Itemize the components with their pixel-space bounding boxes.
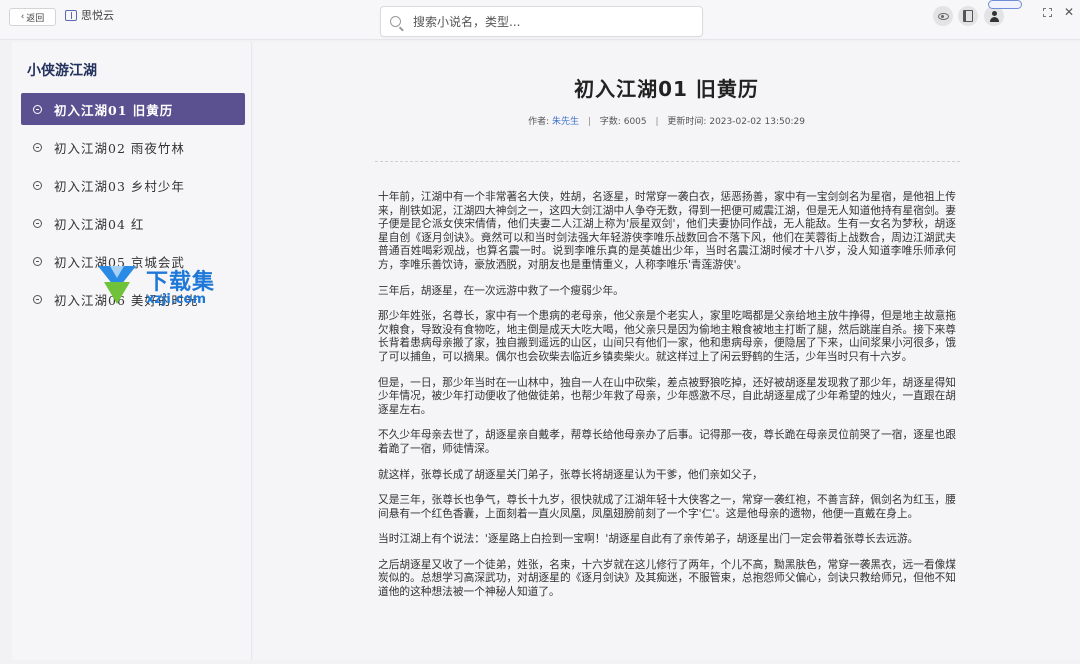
maximize-icon <box>1042 7 1052 17</box>
brand-name: 思悦云 <box>81 9 114 22</box>
search-input[interactable] <box>413 14 683 29</box>
word-count: 6005 <box>623 117 647 127</box>
chapter-item-3[interactable]: 初入江湖03 乡村少年 <box>21 169 245 201</box>
chevron-left-icon: ‹ <box>20 12 25 22</box>
chapter-item-1[interactable]: 初入江湖01 旧黄历 <box>21 93 245 125</box>
bookshelf-icon <box>963 10 973 22</box>
chapter-icon <box>33 256 42 266</box>
paragraph: 十年前，江湖中有一个非常著名大侠，姓胡，名逐星，时常穿一袭白衣，惩恶扬善，家中有… <box>378 190 956 271</box>
chapter-body: 十年前，江湖中有一个非常著名大侠，姓胡，名逐星，时常穿一袭白衣，惩恶扬善，家中有… <box>378 190 956 611</box>
progress-indicator <box>988 0 1022 9</box>
chapter-label: 初入江湖03 乡村少年 <box>54 178 185 194</box>
paragraph: 之后胡逐星又收了一个徒弟，姓张，名束，十六岁就在这儿修行了两年，个儿不高，黝黑肤… <box>378 557 956 599</box>
chapter-item-4[interactable]: 初入江湖04 红 <box>21 207 245 239</box>
chapter-label: 初入江湖04 红 <box>54 216 145 232</box>
chapter-title: 初入江湖01 旧黄历 <box>574 77 759 101</box>
back-button[interactable]: ‹ 返回 <box>9 8 56 26</box>
brand: 思悦云 <box>65 7 114 23</box>
top-bar: ‹ 返回 思悦云 ✕ <box>0 0 1080 40</box>
sidebar: 小侠游江湖 初入江湖01 旧黄历 初入江湖02 雨夜竹林 初入江湖03 乡村少年… <box>12 42 252 660</box>
chapter-icon <box>33 104 42 114</box>
author-link[interactable]: 朱先生 <box>552 117 579 127</box>
view-toggle-button[interactable] <box>933 6 953 26</box>
book-logo-icon <box>65 9 77 21</box>
updated-time: 2023-02-02 13:50:29 <box>709 117 805 127</box>
chapter-icon <box>33 180 42 190</box>
paragraph: 三年后，胡逐星，在一次远游中救了一个瘦弱少年。 <box>378 283 624 297</box>
updated-label: 更新时间: <box>667 117 707 127</box>
title-divider <box>375 161 960 162</box>
paragraph: 那少年姓张，名尊长，家中有一个患病的老母亲，他父亲是个老实人，家里吃喝都是父亲给… <box>378 309 956 363</box>
chapter-label: 初入江湖01 旧黄历 <box>54 102 174 118</box>
eye-icon <box>937 12 949 20</box>
chapter-item-2[interactable]: 初入江湖02 雨夜竹林 <box>21 131 245 163</box>
chapter-label: 初入江湖02 雨夜竹林 <box>54 140 185 156</box>
watermark-sub: xzji.com <box>146 292 206 307</box>
meta-separator: | <box>655 117 659 127</box>
author-label: 作者: <box>528 117 550 127</box>
book-title: 小侠游江湖 <box>27 63 97 79</box>
words-label: 字数: <box>599 117 621 127</box>
close-button[interactable]: ✕ <box>1062 5 1076 19</box>
paragraph: 又是三年，张尊长也争气，尊长十九岁，很快就成了江湖年轻十大侠客之一，常穿一袭红袍… <box>378 493 956 520</box>
user-icon <box>989 10 1000 22</box>
close-icon: ✕ <box>1063 5 1075 19</box>
chapter-icon <box>33 294 42 304</box>
chapter-meta: 作者: 朱先生 | 字数: 6005 | 更新时间: 2023-02-02 13… <box>253 114 1080 127</box>
search-icon <box>390 16 401 27</box>
paragraph: 就这样，张尊长成了胡逐星关门弟子，张尊长将胡逐星认为干爹，他们亲如父子， <box>378 467 763 481</box>
paragraph: 当时江湖上有个说法：'逐星路上白捡到一宝啊！'胡逐星自此有了亲传弟子，胡逐星出门… <box>378 532 919 546</box>
paragraph: 但是，一日，那少年当时在一山林中，独自一人在山中砍柴，差点被野狼吃掉，还好被胡逐… <box>378 375 956 416</box>
chapter-icon <box>33 218 42 228</box>
watermark: 下载集 xzji.com <box>94 262 234 312</box>
back-label: 返回 <box>26 13 45 24</box>
user-button[interactable] <box>984 6 1004 26</box>
paragraph: 不久少年母亲去世了，胡逐星亲自戴孝，帮尊长给他母亲办了后事。记得那一夜，尊长跪在… <box>378 428 956 455</box>
reading-pane: 初入江湖01 旧黄历 作者: 朱先生 | 字数: 6005 | 更新时间: 20… <box>253 42 1080 660</box>
chapter-icon <box>33 142 42 152</box>
meta-separator: | <box>587 117 591 127</box>
bookshelf-button[interactable] <box>958 6 978 26</box>
maximize-button[interactable] <box>1040 5 1054 19</box>
watermark-logo-icon <box>98 266 136 304</box>
search-box[interactable] <box>380 6 703 37</box>
